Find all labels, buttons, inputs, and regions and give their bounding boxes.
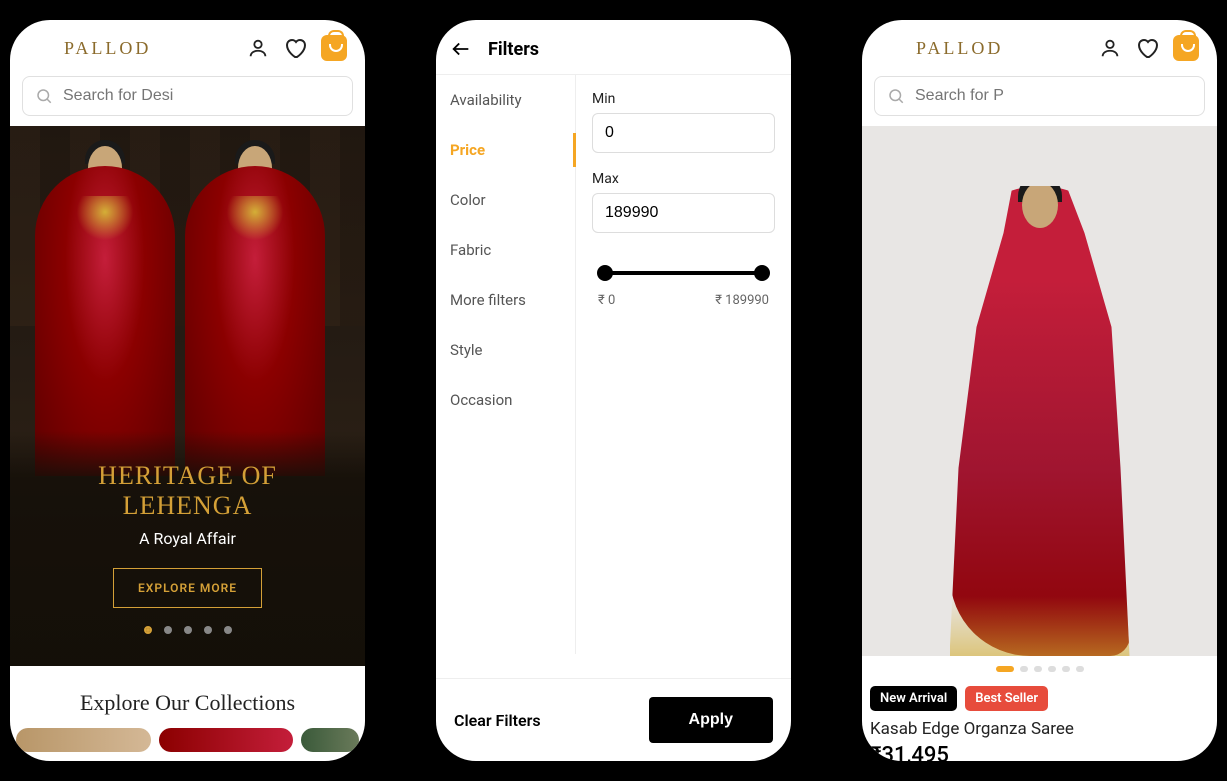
search-bar[interactable] (22, 76, 353, 116)
filter-footer: Clear Filters Apply (436, 678, 791, 761)
carousel-dot[interactable] (164, 626, 172, 634)
filter-tab-fabric[interactable]: Fabric (436, 225, 575, 275)
carousel-dot[interactable] (144, 626, 152, 634)
min-price-input[interactable] (592, 113, 775, 153)
product-price: ₹31,495 (862, 743, 1217, 761)
slider-thumb-min[interactable] (597, 265, 613, 281)
carousel-dot[interactable] (204, 626, 212, 634)
image-dot[interactable] (1048, 666, 1056, 672)
collection-thumb[interactable] (16, 728, 151, 752)
explore-more-button[interactable]: EXPLORE MORE (113, 568, 262, 608)
search-icon (35, 87, 53, 105)
header: PALLOD (862, 20, 1217, 71)
search-icon (887, 87, 905, 105)
slider-thumb-max[interactable] (754, 265, 770, 281)
image-dot[interactable] (1062, 666, 1070, 672)
filter-categories: Availability Price Color Fabric More fil… (436, 75, 576, 654)
menu-icon[interactable] (880, 40, 902, 56)
hero-banner[interactable]: HERITAGE OF LEHENGA A Royal Affair EXPLO… (10, 126, 365, 666)
brand-logo[interactable]: PALLOD (64, 38, 151, 59)
image-dot[interactable] (1020, 666, 1028, 672)
filters-title: Filters (488, 39, 539, 60)
header-left: PALLOD (28, 38, 151, 59)
wishlist-icon[interactable] (1135, 36, 1159, 60)
bag-icon[interactable] (1173, 35, 1199, 61)
filter-tab-availability[interactable]: Availability (436, 75, 575, 125)
bag-icon[interactable] (321, 35, 347, 61)
home-screen: PALLOD (10, 20, 365, 761)
price-slider[interactable]: ₹ 0 ₹ 189990 (592, 251, 775, 314)
wishlist-icon[interactable] (283, 36, 307, 60)
hero-image (10, 126, 365, 476)
search-input[interactable] (915, 87, 1192, 105)
image-dot[interactable] (1076, 666, 1084, 672)
hero-title: HERITAGE OF LEHENGA (30, 461, 345, 521)
menu-icon[interactable] (28, 40, 50, 56)
hero-subtitle: A Royal Affair (30, 529, 345, 548)
filters-header: Filters (436, 20, 791, 74)
product-title: Kasab Edge Organza Saree (862, 719, 1217, 743)
filter-panel: Min Max ₹ 0 ₹ 189990 (576, 75, 791, 654)
max-price-input[interactable] (592, 193, 775, 233)
account-icon[interactable] (1099, 37, 1121, 59)
max-label: Max (592, 171, 775, 187)
apply-button[interactable]: Apply (649, 697, 773, 743)
filter-tab-more[interactable]: More filters (436, 275, 575, 325)
image-dot[interactable] (1034, 666, 1042, 672)
back-icon[interactable] (450, 38, 472, 60)
collection-thumb[interactable] (159, 728, 294, 752)
product-badges: New Arrival Best Seller (862, 682, 1217, 719)
product-screen: PALLOD New Arriva (862, 20, 1217, 761)
product-image[interactable] (862, 126, 1217, 656)
header: PALLOD (10, 20, 365, 71)
carousel-dots (30, 626, 345, 646)
best-seller-badge: Best Seller (965, 686, 1048, 711)
image-dot[interactable] (996, 666, 1014, 672)
collections-strip[interactable] (10, 728, 365, 752)
filter-tab-style[interactable]: Style (436, 325, 575, 375)
range-max-label: ₹ 189990 (715, 293, 769, 308)
collections-heading: Explore Our Collections (10, 666, 365, 728)
range-min-label: ₹ 0 (598, 293, 615, 308)
carousel-dot[interactable] (224, 626, 232, 634)
filter-tab-color[interactable]: Color (436, 175, 575, 225)
min-label: Min (592, 91, 775, 107)
hero-overlay: HERITAGE OF LEHENGA A Royal Affair EXPLO… (10, 431, 365, 666)
header-right (1099, 35, 1199, 61)
header-right (247, 35, 347, 61)
search-bar[interactable] (874, 76, 1205, 116)
account-icon[interactable] (247, 37, 269, 59)
filters-screen: Filters Availability Price Color Fabric … (436, 20, 791, 761)
filter-tab-price[interactable]: Price (436, 125, 575, 175)
clear-filters-button[interactable]: Clear Filters (454, 711, 541, 730)
collection-thumb[interactable] (301, 728, 359, 752)
image-pagination (862, 656, 1217, 682)
header-left: PALLOD (880, 38, 1003, 59)
new-arrival-badge: New Arrival (870, 686, 957, 711)
filter-body: Availability Price Color Fabric More fil… (436, 74, 791, 654)
search-input[interactable] (63, 87, 340, 105)
carousel-dot[interactable] (184, 626, 192, 634)
brand-logo[interactable]: PALLOD (916, 38, 1003, 59)
filter-tab-occasion[interactable]: Occasion (436, 375, 575, 425)
